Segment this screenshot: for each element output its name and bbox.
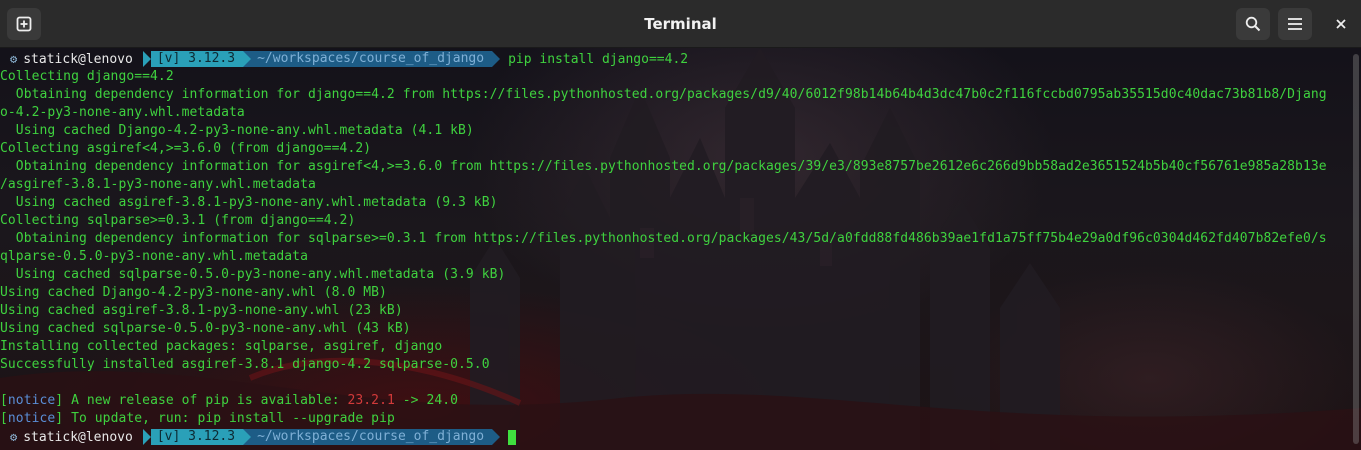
new-tab-icon bbox=[16, 16, 32, 32]
output-line: Obtaining dependency information for dja… bbox=[0, 87, 1327, 102]
prompt-path-segment: ~/workspaces/course_of_django bbox=[251, 429, 493, 445]
terminal-window: Terminal ⚙ statick@lenovo [v] 3.12.3 ~/w… bbox=[0, 0, 1361, 450]
segment-separator-icon bbox=[492, 429, 501, 445]
output-line: Obtaining dependency information for asg… bbox=[0, 159, 1327, 174]
text-cursor[interactable] bbox=[508, 429, 517, 445]
gear-icon: ⚙ bbox=[10, 52, 18, 66]
output-line: Using cached sqlparse-0.5.0-py3-none-any… bbox=[0, 267, 506, 282]
prompt-user: ⚙ statick@lenovo bbox=[0, 430, 143, 445]
search-button[interactable] bbox=[1236, 8, 1270, 40]
output-line: Using cached Django-4.2-py3-none-any.whl… bbox=[0, 123, 474, 138]
old-version: 23.2.1 bbox=[347, 393, 395, 408]
prompt-line: ⚙ statick@lenovo [v] 3.12.3 ~/workspaces/co… bbox=[0, 50, 1352, 68]
hamburger-menu-icon bbox=[1287, 17, 1303, 31]
notice-tag: notice bbox=[7, 411, 56, 426]
output-line: Using cached sqlparse-0.5.0-py3-none-any… bbox=[0, 321, 411, 336]
scrollbar[interactable] bbox=[1353, 54, 1359, 444]
close-button[interactable] bbox=[1326, 8, 1356, 40]
notice-text: To update, run: bbox=[63, 411, 198, 426]
prompt-user-text: statick@lenovo bbox=[23, 429, 133, 445]
gear-icon: ⚙ bbox=[10, 430, 18, 444]
notice-text: A new release of pip is available: bbox=[63, 393, 348, 408]
prompt-path-segment: ~/workspaces/course_of_django bbox=[251, 51, 493, 67]
notice-line: [notice] A new release of pip is availab… bbox=[0, 392, 1352, 410]
prompt-user: ⚙ statick@lenovo bbox=[0, 52, 143, 67]
bracket: [ bbox=[0, 411, 8, 426]
segment-separator-icon bbox=[492, 51, 501, 67]
output-line: o-4.2-py3-none-any.whl.metadata bbox=[0, 105, 245, 120]
prompt-command: pip install django==4.2 bbox=[508, 51, 689, 67]
output-line: Collecting asgiref<4,>=3.6.0 (from djang… bbox=[0, 141, 372, 156]
menu-button[interactable] bbox=[1278, 8, 1312, 40]
terminal-lines: ⚙ statick@lenovo [v] 3.12.3 ~/workspaces/co… bbox=[0, 50, 1352, 446]
new-version: 24.0 bbox=[426, 393, 459, 408]
output-line: Using cached Django-4.2-py3-none-any.whl… bbox=[0, 285, 387, 300]
version-arrow: -> bbox=[394, 393, 427, 408]
prompt-venv-segment: [v] 3.12.3 bbox=[150, 429, 244, 445]
close-icon bbox=[1335, 18, 1347, 30]
output-line: Using cached asgiref-3.8.1-py3-none-any.… bbox=[0, 195, 498, 210]
output-line: qlparse-0.5.0-py3-none-any.whl.metadata bbox=[0, 249, 308, 264]
window-title: Terminal bbox=[644, 15, 717, 33]
bracket: [ bbox=[0, 393, 8, 408]
segment-separator-icon bbox=[243, 51, 252, 67]
output-line: Using cached asgiref-3.8.1-py3-none-any.… bbox=[0, 303, 403, 318]
upgrade-command: pip install --upgrade pip bbox=[197, 411, 395, 426]
prompt-user-text: statick@lenovo bbox=[23, 51, 133, 67]
output-line: Installing collected packages: sqlparse,… bbox=[0, 339, 443, 354]
notice-line: [notice] To update, run: pip install --u… bbox=[0, 410, 1352, 428]
output-line: Collecting django==4.2 bbox=[0, 69, 174, 84]
header-bar: Terminal bbox=[0, 0, 1361, 48]
segment-separator-icon bbox=[142, 51, 151, 67]
output-line: /asgiref-3.8.1-py3-none-any.whl.metadata bbox=[0, 177, 316, 192]
segment-separator-icon bbox=[142, 429, 151, 445]
search-icon bbox=[1245, 16, 1261, 32]
terminal-output-area[interactable]: ⚙ statick@lenovo [v] 3.12.3 ~/workspaces/co… bbox=[0, 48, 1361, 450]
output-line: Successfully installed asgiref-3.8.1 dja… bbox=[0, 357, 490, 372]
prompt-venv-segment: [v] 3.12.3 bbox=[150, 51, 244, 67]
output-line: Collecting sqlparse>=0.3.1 (from django=… bbox=[0, 213, 356, 228]
segment-separator-icon bbox=[243, 429, 252, 445]
new-tab-button[interactable] bbox=[7, 8, 41, 40]
notice-tag: notice bbox=[7, 393, 56, 408]
output-line: Obtaining dependency information for sql… bbox=[0, 231, 1327, 246]
prompt-line: ⚙ statick@lenovo [v] 3.12.3 ~/workspaces/co… bbox=[0, 428, 1352, 446]
